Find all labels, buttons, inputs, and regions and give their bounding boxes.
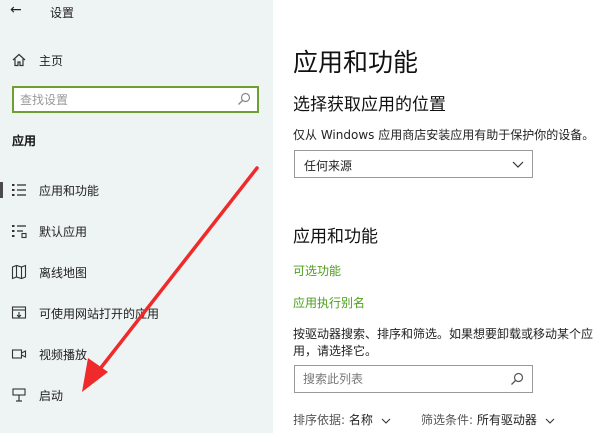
sidebar-item-video-playback[interactable]: 视频播放 [0, 339, 273, 369]
search-description: 按驱动器搜索、排序和筛选。如果想要卸载或移动某个应用，请选择它。 [293, 327, 594, 358]
app-alias-link[interactable]: 应用执行别名 [293, 294, 365, 311]
sidebar-item-label: 默认应用 [39, 225, 88, 239]
offline-maps-icon [11, 264, 27, 280]
settings-search-input[interactable] [20, 90, 230, 109]
apps-features-icon [12, 184, 26, 196]
apps-section-title: 应用和功能 [293, 227, 378, 247]
sidebar-item-apps-for-websites[interactable]: 可使用网站打开的应用 [0, 298, 273, 328]
home-icon [12, 53, 26, 67]
app-list-search-input[interactable] [303, 370, 503, 388]
sidebar-item-default-apps[interactable]: 默认应用 [0, 216, 273, 246]
install-source-dropdown[interactable]: 任何来源 [294, 150, 533, 178]
optional-features-link[interactable]: 可选功能 [293, 262, 341, 279]
sidebar-item-offline-maps[interactable]: 离线地图 [0, 257, 273, 287]
home-nav-item[interactable]: 主页 [0, 48, 273, 74]
sidebar-item-label: 离线地图 [39, 266, 88, 280]
settings-search-box[interactable] [12, 86, 259, 113]
install-source-value: 任何来源 [304, 159, 353, 173]
install-description: 仅从 Windows 应用商店安装应用有助于保护你的设备。 [293, 128, 595, 142]
selected-indicator [0, 182, 3, 198]
video-playback-icon [11, 349, 27, 359]
filter-label: 筛选条件: [421, 413, 474, 427]
filter-control[interactable]: 筛选条件: 所有驱动器 [421, 411, 555, 428]
home-label: 主页 [39, 54, 64, 68]
sidebar-item-startup[interactable]: 启动 [0, 380, 273, 410]
startup-icon [12, 388, 26, 402]
chevron-down-icon [545, 418, 555, 424]
sidebar-item-label: 可使用网站打开的应用 [39, 307, 160, 321]
apps-for-websites-icon [11, 306, 27, 319]
back-button[interactable]: ← [10, 2, 22, 18]
chevron-down-icon [381, 418, 391, 424]
window-title: 设置 [50, 6, 75, 20]
filter-value: 所有驱动器 [476, 413, 537, 427]
sidebar-item-label: 启动 [39, 389, 64, 403]
sidebar-item-apps-features[interactable]: 应用和功能 [0, 175, 273, 205]
sidebar: ← 设置 主页 应用 应用和功能 [0, 0, 273, 433]
install-section-title: 选择获取应用的位置 [293, 95, 446, 115]
search-icon[interactable] [237, 92, 251, 106]
title-bar: ← 设置 [0, 0, 273, 26]
sidebar-item-label: 应用和功能 [39, 184, 100, 198]
sort-label: 排序依据: [293, 413, 346, 427]
sort-value: 名称 [348, 413, 373, 427]
search-icon[interactable] [510, 372, 524, 386]
app-list-search-box[interactable] [294, 365, 533, 393]
main-content: 应用和功能 选择获取应用的位置 仅从 Windows 应用商店安装应用有助于保护… [273, 0, 600, 433]
chevron-down-icon [512, 161, 524, 168]
page-title: 应用和功能 [293, 48, 419, 77]
default-apps-icon [12, 225, 27, 239]
sidebar-section-label: 应用 [12, 134, 37, 148]
sidebar-item-label: 视频播放 [39, 348, 88, 362]
sort-control[interactable]: 排序依据: 名称 [293, 411, 391, 428]
